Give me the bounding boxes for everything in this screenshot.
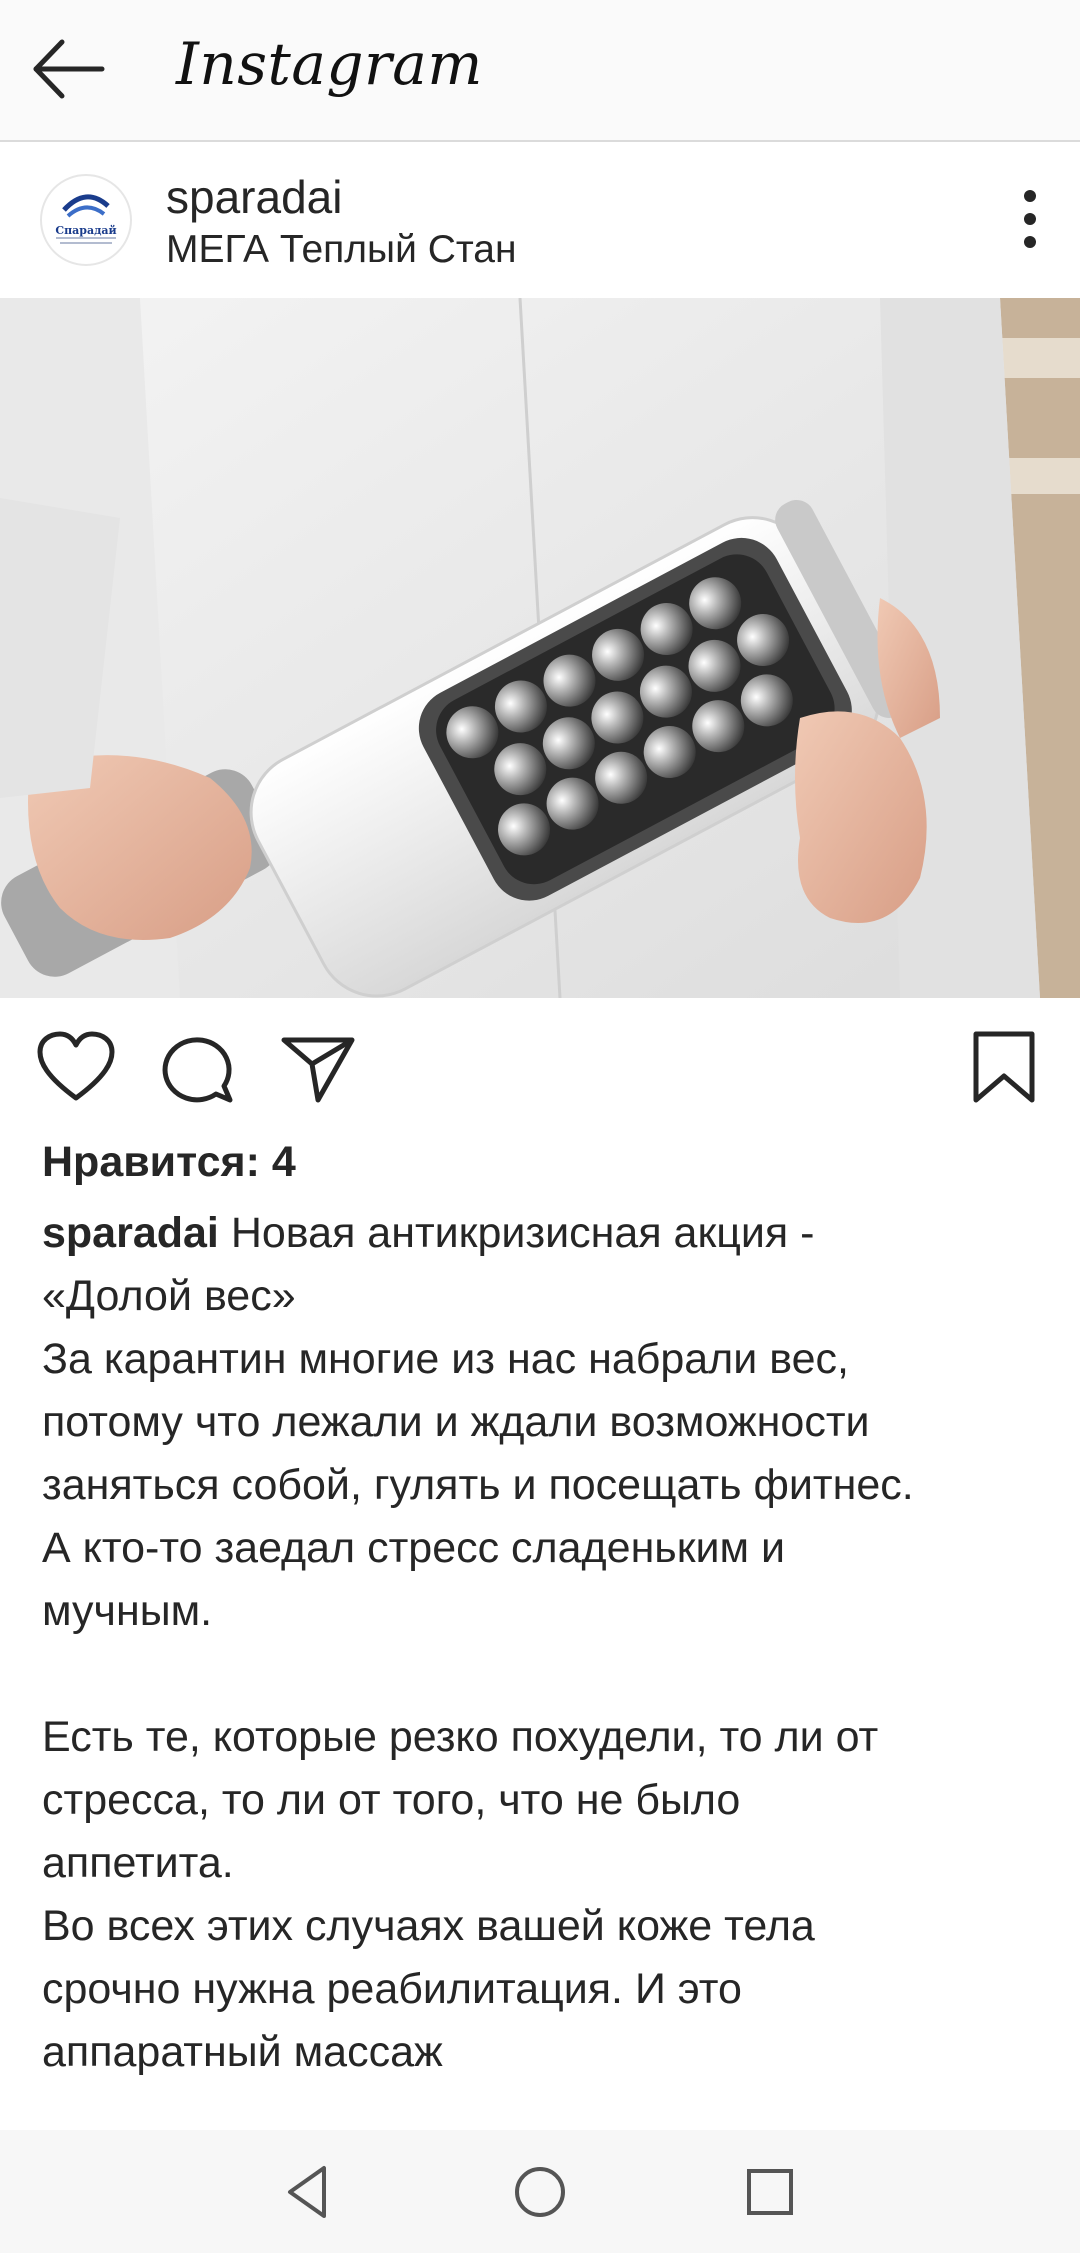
caption-line: А кто-то заедал стресс сладеньким и <box>42 1524 786 1572</box>
action-bar <box>0 998 1080 1138</box>
caption-line: стресса, то ли от того, что не было <box>42 1776 741 1824</box>
send-icon[interactable] <box>278 1028 358 1108</box>
comment-icon[interactable] <box>158 1028 238 1108</box>
app-title: Instagram <box>176 30 483 98</box>
arrow-left-icon[interactable] <box>28 34 108 104</box>
caption-line: аппетита. <box>42 1839 234 1887</box>
caption-line: срочно нужна реабилитация. И это <box>42 1965 742 2013</box>
caption-first-line: sparadai Новая антикризисная акция - <box>42 1202 1042 1265</box>
system-nav-bar <box>0 2130 1080 2253</box>
caption-line: «Долой вес» <box>42 1272 296 1320</box>
more-vertical-icon[interactable] <box>1018 188 1042 250</box>
bookmark-icon[interactable] <box>964 1028 1044 1108</box>
post-location[interactable]: МЕГА Теплый Стан <box>166 228 517 272</box>
caption-line: За карантин многие из нас набрали вес, <box>42 1335 849 1383</box>
post-username[interactable]: sparadai <box>166 170 342 224</box>
logo-icon <box>56 194 116 244</box>
post-image[interactable] <box>0 298 1080 998</box>
caption-line: потому что лежали и ждали возможности <box>42 1398 870 1446</box>
massage-roller-photo <box>0 298 1080 998</box>
avatar-logo-text: Спарадай <box>55 224 117 237</box>
triangle-back-icon[interactable] <box>278 2160 342 2224</box>
post-header: Спарадай sparadai МЕГА Теплый Стан <box>0 142 1080 298</box>
likes-count[interactable]: Нравится: 4 <box>42 1138 296 1187</box>
square-recents-icon[interactable] <box>738 2160 802 2224</box>
app-bar: Instagram <box>0 0 1080 142</box>
caption-line: мучным. <box>42 1587 213 1635</box>
caption-line: Есть те, которые резко похудели, то ли о… <box>42 1713 879 1761</box>
caption-line: заняться собой, гулять и посещать фитнес… <box>42 1461 914 1509</box>
caption-username[interactable]: sparadai <box>42 1209 219 1257</box>
heart-icon[interactable] <box>36 1028 116 1108</box>
caption-line: Во всех этих случаях вашей коже тела <box>42 1902 815 1950</box>
avatar[interactable]: Спарадай <box>40 174 132 266</box>
caption-text: Новая антикризисная акция - <box>230 1209 815 1257</box>
caption-line: аппаратный массаж <box>42 2028 443 2076</box>
circle-home-icon[interactable] <box>508 2160 572 2224</box>
post-caption: sparadai Новая антикризисная акция - «До… <box>42 1202 1042 2084</box>
